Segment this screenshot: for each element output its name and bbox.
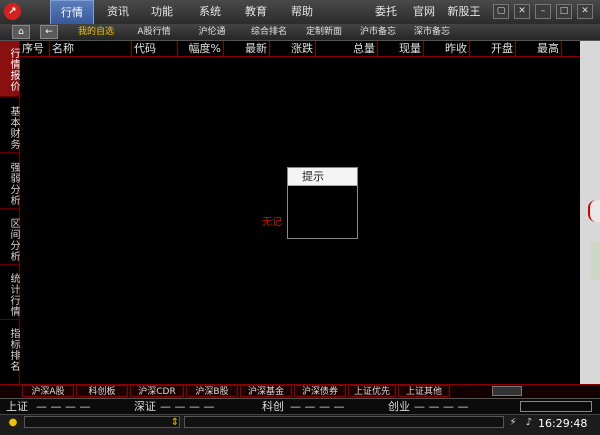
sidebar-tab-indicator-rank[interactable]: 指标排名 [0, 320, 19, 374]
col-index[interactable]: 序号 [20, 41, 50, 56]
toolbar-sz-memo[interactable]: 深市备忘 [412, 24, 452, 40]
back-icon[interactable]: ← [40, 25, 58, 39]
app-logo-icon: ↗ [4, 3, 21, 20]
minimize-icon[interactable]: – [535, 4, 551, 19]
market-tab-b-share[interactable]: 沪深B股 [186, 385, 238, 397]
close-icon[interactable]: ✕ [577, 4, 593, 19]
menu-weituo[interactable]: 委托 [366, 0, 406, 24]
index-chinext-values: — — — — [414, 400, 469, 413]
network-icon[interactable]: ⚡ [506, 415, 520, 431]
market-tab-preferred[interactable]: 上证优先 [348, 385, 396, 397]
col-prev-close[interactable]: 昨收 [424, 41, 470, 56]
toolbar-composite-rank[interactable]: 综合排名 [246, 24, 292, 40]
side-ad-icon [590, 242, 600, 280]
status-clock: 16:29:48 [538, 417, 588, 430]
toolbar-a-share[interactable]: A股行情 [132, 24, 176, 40]
col-current-volume[interactable]: 现量 [378, 41, 424, 56]
market-tab-others[interactable]: 上证其他 [398, 385, 450, 397]
menu-jiaoyu[interactable]: 教育 [236, 0, 276, 24]
market-tab-star[interactable]: 科创板 [76, 385, 128, 397]
maximize-icon[interactable]: □ [556, 4, 572, 19]
empty-message: 无记 [262, 217, 282, 228]
col-name[interactable]: 名称 [50, 41, 132, 56]
dialog-title: 提示 [288, 168, 357, 186]
market-tab-cdr[interactable]: 沪深CDR [130, 385, 184, 397]
menu-xingugwang[interactable]: 新股王 [442, 0, 486, 24]
sidebar-tab-strength[interactable]: 强弱分析 [0, 153, 19, 209]
home-icon[interactable]: ⌂ [12, 25, 30, 39]
bell-icon[interactable]: ♪ [522, 415, 536, 431]
horizontal-scrollbar[interactable] [492, 386, 522, 396]
index-shanghai-label[interactable]: 上证 [6, 399, 28, 414]
index-star-values: — — — — [290, 400, 345, 413]
menu-gongneng[interactable]: 功能 [142, 0, 182, 24]
side-widget-icon[interactable] [588, 200, 600, 222]
signal-meter [520, 401, 592, 412]
spin-arrows-icon[interactable]: ⇕ [168, 415, 182, 431]
menu-guanwang[interactable]: 官网 [404, 0, 444, 24]
sidebar-tab-interval[interactable]: 区间分析 [0, 209, 19, 265]
message-box [184, 416, 504, 428]
toolbar-shanghai-london[interactable]: 沪伦通 [194, 24, 230, 40]
skin-icon[interactable]: ▢ [493, 4, 509, 19]
bulb-icon[interactable]: ● [6, 415, 20, 431]
col-high[interactable]: 最高 [516, 41, 562, 56]
index-shenzhen-values: — — — — [160, 400, 215, 413]
menu-zixun[interactable]: 资讯 [98, 0, 138, 24]
sidebar-tab-quotes[interactable]: 行情报价 [0, 41, 19, 97]
menu-xitong[interactable]: 系统 [190, 0, 230, 24]
index-shenzhen-label[interactable]: 深证 [134, 399, 156, 414]
index-shanghai-values: — — — — [36, 400, 91, 413]
col-change[interactable]: 涨跌 [270, 41, 316, 56]
col-code[interactable]: 代码 [132, 41, 178, 56]
index-chinext-label[interactable]: 创业 [388, 399, 410, 414]
toolbar-custom-page[interactable]: 定制新面 [300, 24, 348, 40]
sidebar-tab-finance[interactable]: 基本财务 [0, 98, 19, 153]
market-tab-bonds[interactable]: 沪深债券 [294, 385, 346, 397]
index-star-label[interactable]: 科创 [262, 399, 284, 414]
menu-hangqing[interactable]: 行情 [50, 0, 94, 24]
market-tab-funds[interactable]: 沪深基金 [240, 385, 292, 397]
sidebar-tab-stats[interactable]: 统计行情 [0, 265, 19, 320]
toolbar-my-watchlist[interactable]: 我的自选 [72, 24, 120, 40]
menu-bangzhu[interactable]: 帮助 [282, 0, 322, 24]
col-open[interactable]: 开盘 [470, 41, 516, 56]
market-tab-a-share[interactable]: 沪深A股 [22, 385, 74, 397]
command-input[interactable] [24, 416, 180, 428]
col-total-volume[interactable]: 总量 [316, 41, 378, 56]
col-change-pct[interactable]: 幅度% [178, 41, 224, 56]
toolbar-sh-memo[interactable]: 沪市备忘 [358, 24, 398, 40]
col-latest[interactable]: 最新 [224, 41, 270, 56]
restore-icon[interactable]: ✕ [514, 4, 530, 19]
